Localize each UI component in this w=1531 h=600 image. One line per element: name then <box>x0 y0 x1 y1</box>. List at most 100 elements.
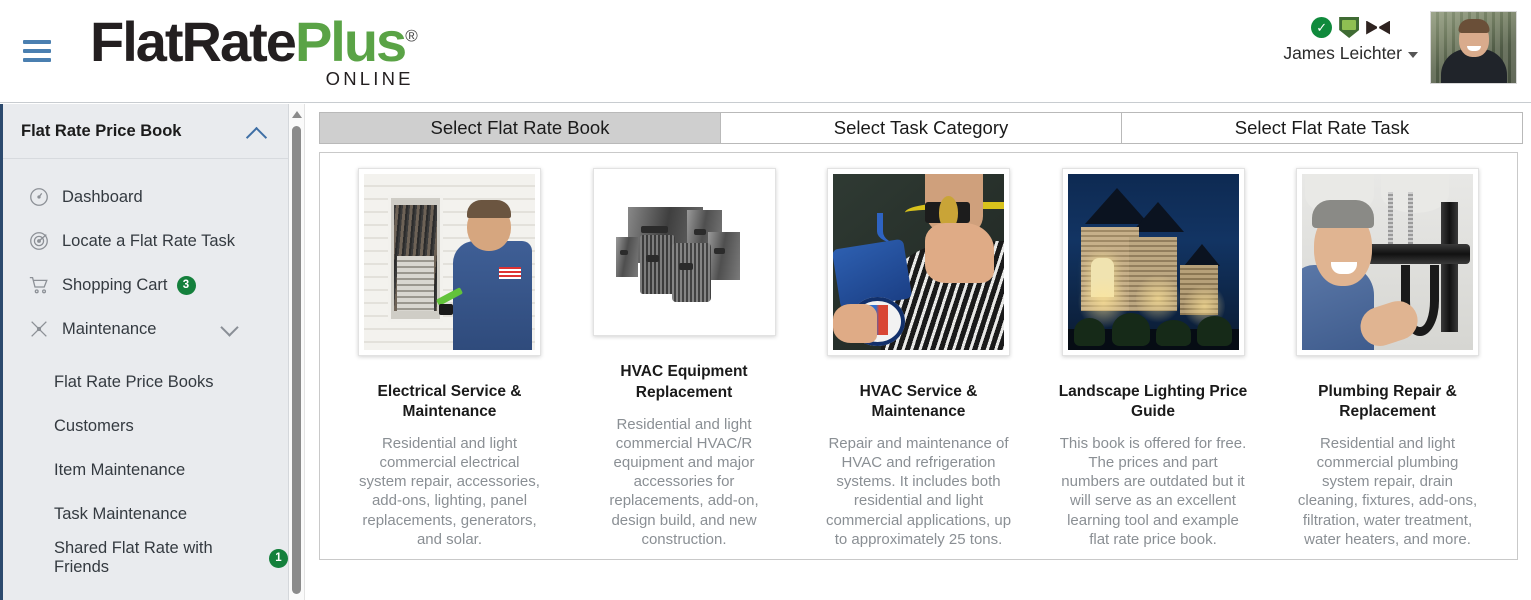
image-layer-panel <box>387 195 443 322</box>
scrollbar-thumb[interactable] <box>292 126 301 594</box>
tools-icon <box>28 318 50 340</box>
cart-count-badge: 3 <box>176 275 196 295</box>
flat-rate-book-list: Electrical Service & Maintenance Residen… <box>319 152 1518 560</box>
image-layer-technician-hair <box>466 200 512 218</box>
chevron-down-icon <box>1408 51 1418 58</box>
user-menu-button[interactable]: James Leichter <box>1283 43 1418 64</box>
image-layer-roof <box>1132 202 1185 233</box>
image-layer-hvac-unit <box>672 242 712 303</box>
book-description: Residential and light commercial plumbin… <box>1297 434 1478 548</box>
logo-subtitle: ONLINE <box>325 68 414 90</box>
avatar-hair <box>1458 19 1489 33</box>
book-card-hvac-service-maintenance[interactable]: HVAC Service & Maintenance Repair and ma… <box>805 163 1032 549</box>
shopping-cart-icon <box>28 274 50 296</box>
chevron-down-icon[interactable] <box>221 323 238 334</box>
book-thumbnail-frame[interactable] <box>827 168 1010 356</box>
hamburger-menu-icon[interactable] <box>23 36 55 66</box>
sidebar-subitem-customers[interactable]: Customers <box>3 404 288 448</box>
book-card-electrical-service-maintenance[interactable]: Electrical Service & Maintenance Residen… <box>336 163 563 549</box>
app-logo[interactable]: FlatRatePlus® ONLINE <box>90 10 418 90</box>
book-thumbnail-frame[interactable] <box>592 168 776 337</box>
hamburger-bar <box>23 40 51 44</box>
image-layer-hand <box>833 304 878 343</box>
image-layer-hvac-unit <box>615 236 638 278</box>
hvac-technician-gauges-image <box>833 174 1004 350</box>
image-layer-watch <box>925 195 970 230</box>
book-title: Plumbing Repair & Replacement <box>1318 382 1457 421</box>
hamburger-bar <box>23 49 51 53</box>
image-layer-plumber-hair <box>1312 200 1374 229</box>
image-layer-hvac-unit <box>639 235 676 295</box>
sidebar: Flat Rate Price Book Dashboard Locate a … <box>0 104 289 600</box>
sidebar-panel-title: Flat Rate Price Book <box>21 121 182 140</box>
book-title: HVAC Service & Maintenance <box>859 382 978 421</box>
bowtie-badge-icon[interactable] <box>1366 20 1390 36</box>
sidebar-item-shopping-cart[interactable]: Shopping Cart 3 <box>3 263 288 307</box>
book-description: Repair and maintenance of HVAC and refri… <box>825 434 1012 548</box>
book-thumbnail-frame[interactable] <box>1296 168 1479 356</box>
tab-label: Select Task Category <box>833 117 1009 138</box>
tab-select-flat-rate-book[interactable]: Select Flat Rate Book <box>320 113 721 143</box>
sidebar-subitem-item-maintenance[interactable]: Item Maintenance <box>3 448 288 492</box>
sidebar-subitem-shared-flat-rate-with-friends[interactable]: Shared Flat Rate with Friends 1 <box>3 536 288 580</box>
scroll-up-arrow-icon[interactable] <box>291 111 302 118</box>
chevron-up-icon[interactable] <box>247 126 266 137</box>
sidebar-item-locate-a-flat-rate-task[interactable]: Locate a Flat Rate Task <box>3 219 288 263</box>
verified-check-badge-icon[interactable]: ✓ <box>1311 17 1333 38</box>
sidebar-subitem-label: Item Maintenance <box>54 460 186 479</box>
image-layer-breakers <box>396 255 434 312</box>
sidebar-subitem-task-maintenance[interactable]: Task Maintenance <box>3 492 288 536</box>
sidebar-subitem-flat-rate-price-books[interactable]: Flat Rate Price Books <box>3 360 288 404</box>
sidebar-subitem-label: Flat Rate Price Books <box>54 372 214 391</box>
tab-select-task-category[interactable]: Select Task Category <box>721 113 1122 143</box>
book-description: Residential and light commercial HVAC/R … <box>609 415 759 548</box>
image-layer-watch <box>439 304 453 315</box>
book-card-plumbing-repair-replacement[interactable]: Plumbing Repair & Replacement Residentia… <box>1274 163 1501 549</box>
logo-text-plus: Plus <box>294 10 407 74</box>
hvac-condenser-units-image <box>598 174 770 331</box>
image-layer-shrub <box>1111 312 1150 347</box>
image-layer-hand <box>925 223 994 283</box>
user-avatar[interactable] <box>1430 11 1517 84</box>
tab-select-flat-rate-task[interactable]: Select Flat Rate Task <box>1122 113 1522 143</box>
shield-award-badge-icon[interactable] <box>1339 17 1360 38</box>
electrician-at-breaker-panel-image <box>364 174 535 350</box>
wizard-step-tabs: Select Flat Rate Book Select Task Catego… <box>319 112 1523 144</box>
image-layer-shrub <box>1156 319 1191 347</box>
book-description: This book is offered for free. The price… <box>1059 434 1247 548</box>
user-name-and-badges: ✓ James Leichter <box>1283 11 1418 64</box>
book-title: Landscape Lighting Price Guide <box>1058 382 1248 421</box>
image-layer-hvac-unit <box>707 231 741 281</box>
shared-count-badge: 1 <box>269 548 288 568</box>
lit-stone-house-at-night-image <box>1067 174 1239 350</box>
image-layer-supply-line <box>1408 191 1414 252</box>
sidebar-scrollbar[interactable] <box>289 104 305 600</box>
sidebar-subitem-label: Customers <box>54 416 134 435</box>
sidebar-item-label: Locate a Flat Rate Task <box>62 231 236 250</box>
tab-label: Select Flat Rate Book <box>430 117 610 138</box>
sidebar-item-maintenance[interactable]: Maintenance <box>3 307 288 351</box>
book-description: Residential and light commercial electri… <box>359 434 540 548</box>
radar-target-icon <box>28 230 50 252</box>
image-layer-shrub <box>1074 318 1106 347</box>
app-header: FlatRatePlus® ONLINE ✓ James Leichter <box>0 0 1531 103</box>
sidebar-subitem-label: Shared Flat Rate with Friends <box>54 539 213 576</box>
sidebar-item-dashboard[interactable]: Dashboard <box>3 175 288 219</box>
book-thumbnail-frame[interactable] <box>1061 168 1245 356</box>
sidebar-item-label: Dashboard <box>62 187 143 206</box>
book-card-landscape-lighting-price-guide[interactable]: Landscape Lighting Price Guide This book… <box>1040 163 1267 549</box>
image-layer-technician-body <box>452 240 532 350</box>
sidebar-item-label: Maintenance <box>62 319 157 338</box>
book-thumbnail-frame[interactable] <box>358 168 541 356</box>
book-card-hvac-equipment-replacement[interactable]: HVAC Equipment Replacement Residential a… <box>571 163 798 549</box>
book-title: HVAC Equipment Replacement <box>620 363 748 402</box>
image-layer-roof <box>1183 244 1220 267</box>
gauge-icon <box>28 186 50 208</box>
sidebar-subitem-label: Task Maintenance <box>54 504 187 523</box>
sidebar-nav: Dashboard Locate a Flat Rate Task Shoppi… <box>3 159 288 580</box>
plumber-under-sink-image <box>1302 174 1473 350</box>
registered-trademark-icon: ® <box>405 26 417 46</box>
logo-wordmark: FlatRatePlus® <box>90 10 418 74</box>
sidebar-panel-header[interactable]: Flat Rate Price Book <box>3 104 288 159</box>
